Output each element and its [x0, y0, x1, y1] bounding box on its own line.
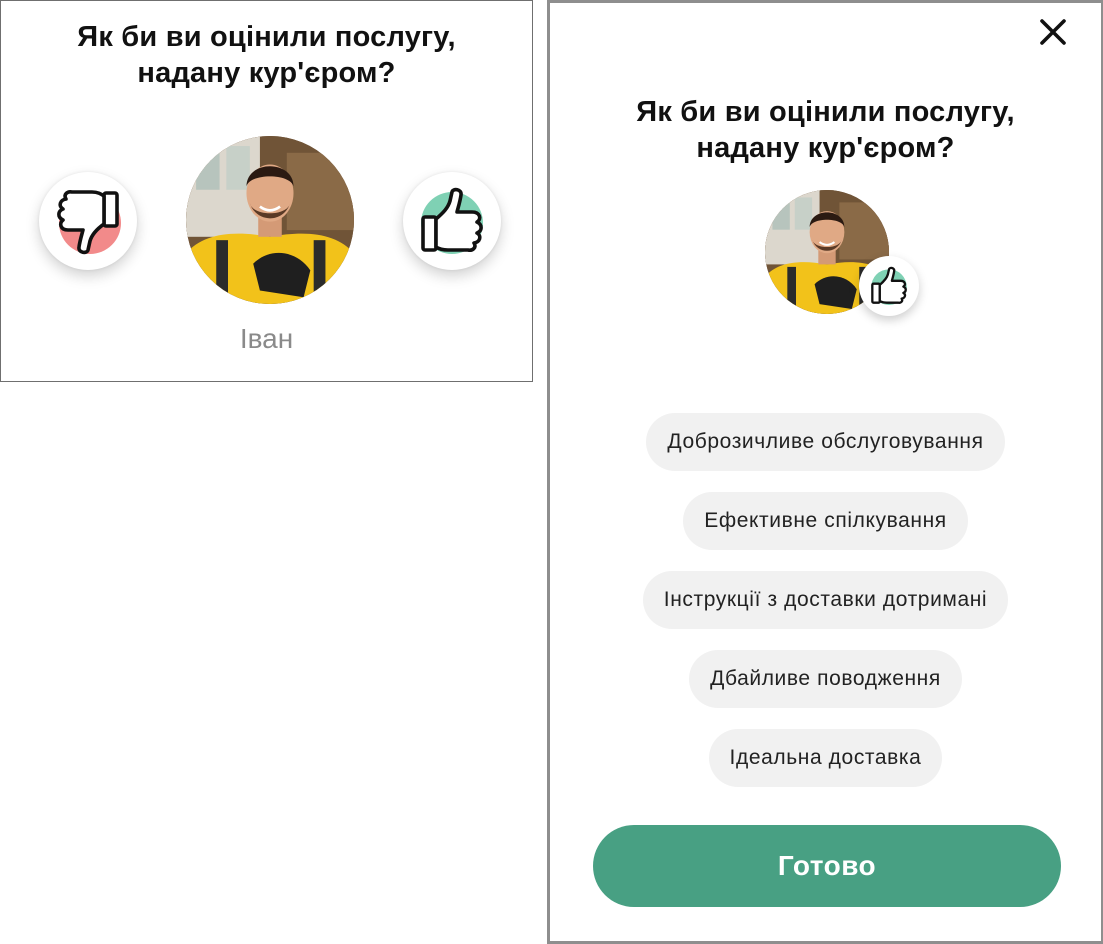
screen: Як би ви оцінили послугу, надану кур'єро… [0, 0, 1103, 944]
close-button[interactable] [1038, 17, 1068, 47]
like-button[interactable] [403, 172, 501, 270]
rating-question: Як би ви оцінили послугу, надану кур'єро… [1, 19, 532, 91]
rating-card-feedback: Як би ви оцінили послугу, надану кур'єро… [547, 0, 1103, 944]
courier-avatar [186, 136, 354, 304]
rating-question-line2: надану кур'єром? [696, 132, 955, 164]
thumbs-down-icon [57, 190, 121, 255]
thumbs-up-icon [421, 187, 483, 254]
done-button[interactable]: Готово [593, 825, 1061, 907]
rating-card-initial: Як би ви оцінили послугу, надану кур'єро… [0, 0, 533, 382]
feedback-tags: Доброзичливе обслуговування Ефективне сп… [550, 413, 1101, 808]
rating-question-line2: надану кур'єром? [137, 57, 396, 89]
tag-effective-communication[interactable]: Ефективне спілкування [683, 492, 968, 550]
tag-instructions-followed[interactable]: Інструкції з доставки дотримані [642, 571, 1009, 629]
rating-question-line1: Як би ви оцінили послугу, [77, 21, 456, 53]
courier-name: Іван [239, 323, 294, 354]
tag-perfect-delivery[interactable]: Ідеальна доставка [708, 729, 943, 787]
selected-rating-badge [859, 256, 919, 316]
rating-question: Як би ви оцінили послугу, надану кур'єро… [550, 94, 1101, 166]
rating-question-line1: Як би ви оцінили послугу, [636, 96, 1015, 128]
courier-photo [186, 136, 354, 304]
close-icon [1040, 19, 1066, 45]
tag-careful-handling[interactable]: Дбайливе поводження [689, 650, 962, 708]
tag-friendly-service[interactable]: Доброзичливе обслуговування [646, 413, 1005, 471]
thumbs-up-icon [871, 266, 907, 305]
dislike-button[interactable] [39, 172, 137, 270]
